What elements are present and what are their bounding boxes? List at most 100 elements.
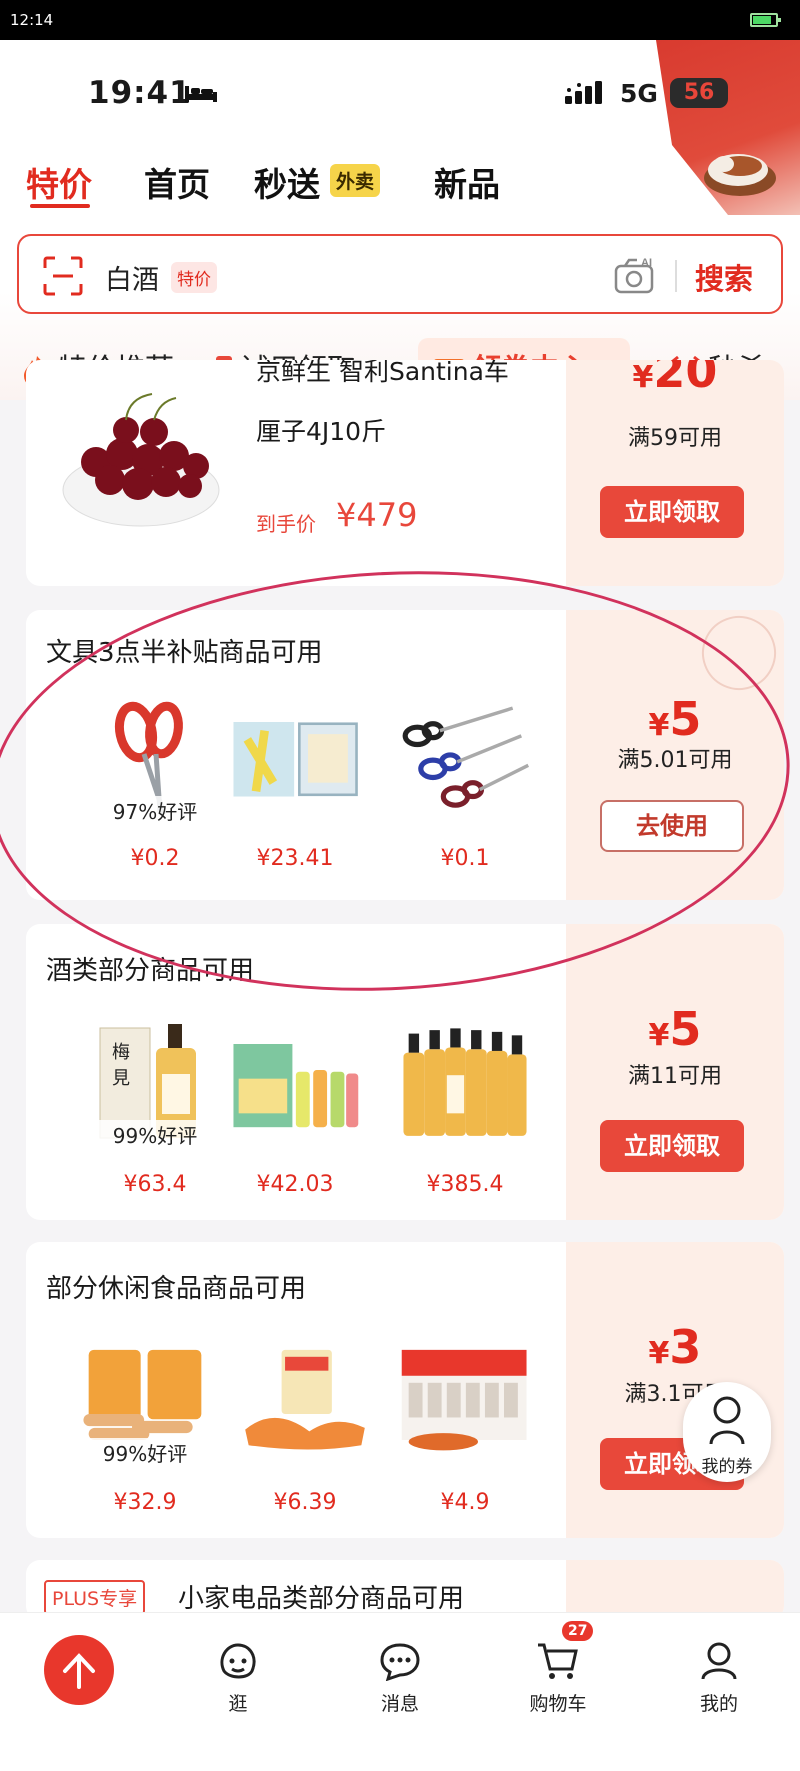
product-item[interactable]: ¥4.9	[390, 1336, 540, 1515]
product-item[interactable]: ¥6.39	[230, 1336, 380, 1515]
product-price: ¥32.9	[113, 1490, 177, 1515]
active-tab-indicator	[30, 204, 90, 208]
rating-badge: 99%好评	[80, 1120, 230, 1149]
coupon-value: 20	[653, 360, 718, 398]
coupon-value: 5	[669, 692, 702, 746]
user-icon	[709, 1396, 745, 1445]
back-to-top-button[interactable]	[44, 1635, 114, 1705]
coupon-condition: 满11可用	[628, 1064, 722, 1089]
coupon-card-cherry: 京鲜生 智利Santina车 厘子4J10斤 到手价 ¥479 ¥20 满59可…	[26, 360, 784, 586]
coupon-side	[566, 1560, 784, 1620]
product-item[interactable]: 梅 見 99%好评 ¥63.4	[80, 1018, 230, 1197]
nav-guang[interactable]: 逛	[193, 1641, 283, 1716]
slipper-promo-icon[interactable]	[700, 140, 780, 200]
nav-label: 逛	[228, 1693, 248, 1715]
bottom-navigation: 逛 消息 购物车 27 我的	[0, 1612, 800, 1771]
card-title: 部分休闲食品商品可用	[46, 1274, 307, 1304]
product-price: ¥6.39	[273, 1490, 337, 1515]
outer-clock: 12:14	[10, 11, 54, 29]
meijian-bottles-image	[403, 1028, 527, 1136]
nav-label: 我的	[699, 1693, 738, 1715]
use-button[interactable]: 去使用	[600, 800, 744, 852]
scan-icon[interactable]	[43, 256, 83, 296]
tab-miaosong[interactable]: 秒送	[254, 158, 320, 206]
svg-text:梅: 梅	[112, 1042, 130, 1063]
coupon-amount: ¥20	[566, 360, 784, 398]
product-title-line1[interactable]: 京鲜生 智利Santina车	[256, 360, 509, 388]
rating-badge: 97%好评	[80, 796, 230, 825]
tab-home[interactable]: 首页	[144, 158, 210, 206]
coupon-value: 3	[669, 1320, 702, 1374]
product-price: ¥4.9	[440, 1490, 490, 1515]
tab-tejia[interactable]: 特价	[26, 158, 92, 206]
coupon-amount: ¥5	[566, 692, 784, 746]
product-price: ¥23.41	[256, 846, 334, 871]
sleep-mode-icon	[185, 86, 217, 102]
search-tag: 特价	[171, 262, 217, 293]
browse-icon	[220, 1643, 256, 1679]
signal-icon	[565, 81, 602, 104]
search-divider	[675, 260, 677, 292]
coupon-condition: 满5.01可用	[617, 748, 733, 773]
product-item[interactable]: 99%好评 ¥32.9	[70, 1336, 220, 1515]
price-label: 到手价	[256, 512, 316, 536]
product-price: ¥0.2	[130, 846, 180, 871]
weilong-pack-image	[401, 1349, 527, 1451]
product-item[interactable]: ¥23.41	[220, 696, 370, 871]
nav-label: 购物车	[529, 1693, 587, 1715]
deal-price: ¥479	[336, 496, 418, 534]
search-button[interactable]: 搜索	[695, 256, 753, 298]
search-input[interactable]: 白酒	[105, 258, 159, 297]
product-price: ¥42.03	[256, 1172, 334, 1197]
arrow-up-icon	[63, 1653, 95, 1689]
nav-label: 消息	[380, 1693, 419, 1715]
product-price: ¥63.4	[123, 1172, 187, 1197]
product-item[interactable]: 97%好评 ¥0.2	[80, 696, 230, 871]
outer-status-bar: 12:14	[0, 0, 800, 40]
product-item[interactable]: ¥0.1	[390, 696, 540, 871]
card-title: 酒类部分商品可用	[46, 956, 255, 986]
coupon-card-snacks: 部分休闲食品商品可用 99%好评 ¥32.9 ¥6.39 ¥4.9 ¥3 满3.…	[26, 1242, 784, 1538]
nav-messages[interactable]: 消息	[355, 1641, 445, 1716]
card-title: 小家电品类部分商品可用	[178, 1584, 465, 1614]
coupon-card-stationery: 文具3点半补贴商品可用 97%好评 ¥0.2 ¥23.41 ¥0.1 ¥5 满5…	[26, 610, 784, 900]
cart-icon	[538, 1643, 578, 1679]
network-type: 5G	[620, 79, 658, 108]
ai-camera-icon[interactable]: AI	[613, 254, 657, 298]
product-price: ¥0.1	[440, 846, 490, 871]
scissors-multi-image	[402, 706, 530, 808]
cart-count-badge: 27	[562, 1621, 594, 1641]
product-item[interactable]: ¥42.03	[220, 1018, 370, 1197]
rating-badge: 99%好评	[70, 1438, 220, 1467]
coupon-card-alcohol: 酒类部分商品可用 梅 見 99%好评 ¥63.4 ¥42.03 ¥385.4 ¥…	[26, 924, 784, 1220]
tab-new[interactable]: 新品	[434, 158, 500, 206]
coupon-value: 5	[669, 1002, 702, 1056]
cherry-product-image[interactable]	[56, 390, 226, 530]
ai-label: AI	[641, 257, 652, 269]
product-title-line2[interactable]: 厘子4J10斤	[256, 412, 386, 448]
profile-icon	[701, 1642, 737, 1680]
coupon-amount: ¥5	[566, 1002, 784, 1056]
claim-button[interactable]: 立即领取	[600, 1120, 744, 1172]
yuan-sign: ¥	[632, 360, 654, 395]
outer-battery-icon	[750, 13, 781, 27]
my-coupon-label: 我的券	[701, 1457, 753, 1477]
product-item[interactable]: ¥385.4	[390, 1018, 540, 1197]
yuan-sign: ¥	[648, 1018, 670, 1053]
coupon-card-appliances: PLUS专享 小家电品类部分商品可用	[26, 1560, 784, 1620]
card-title: 文具3点半补贴商品可用	[46, 638, 323, 668]
fruit-wine-set-image	[233, 1044, 359, 1128]
waimai-badge: 外卖	[330, 164, 381, 197]
nav-mine[interactable]: 我的	[674, 1641, 764, 1716]
product-price: ¥385.4	[426, 1172, 504, 1197]
my-coupon-button[interactable]: 我的券	[683, 1382, 771, 1482]
yuan-sign: ¥	[648, 708, 670, 743]
ios-clock: 19:41	[88, 75, 192, 111]
battery-level: 56	[670, 78, 728, 108]
coupon-amount: ¥3	[566, 1320, 784, 1374]
konjac-snack-image	[245, 1349, 365, 1450]
claim-button[interactable]: 立即领取	[600, 486, 744, 538]
message-icon	[380, 1643, 420, 1682]
nav-cart[interactable]: 购物车	[513, 1641, 603, 1716]
search-bar[interactable]: 白酒 特价 AI 搜索	[17, 234, 783, 314]
